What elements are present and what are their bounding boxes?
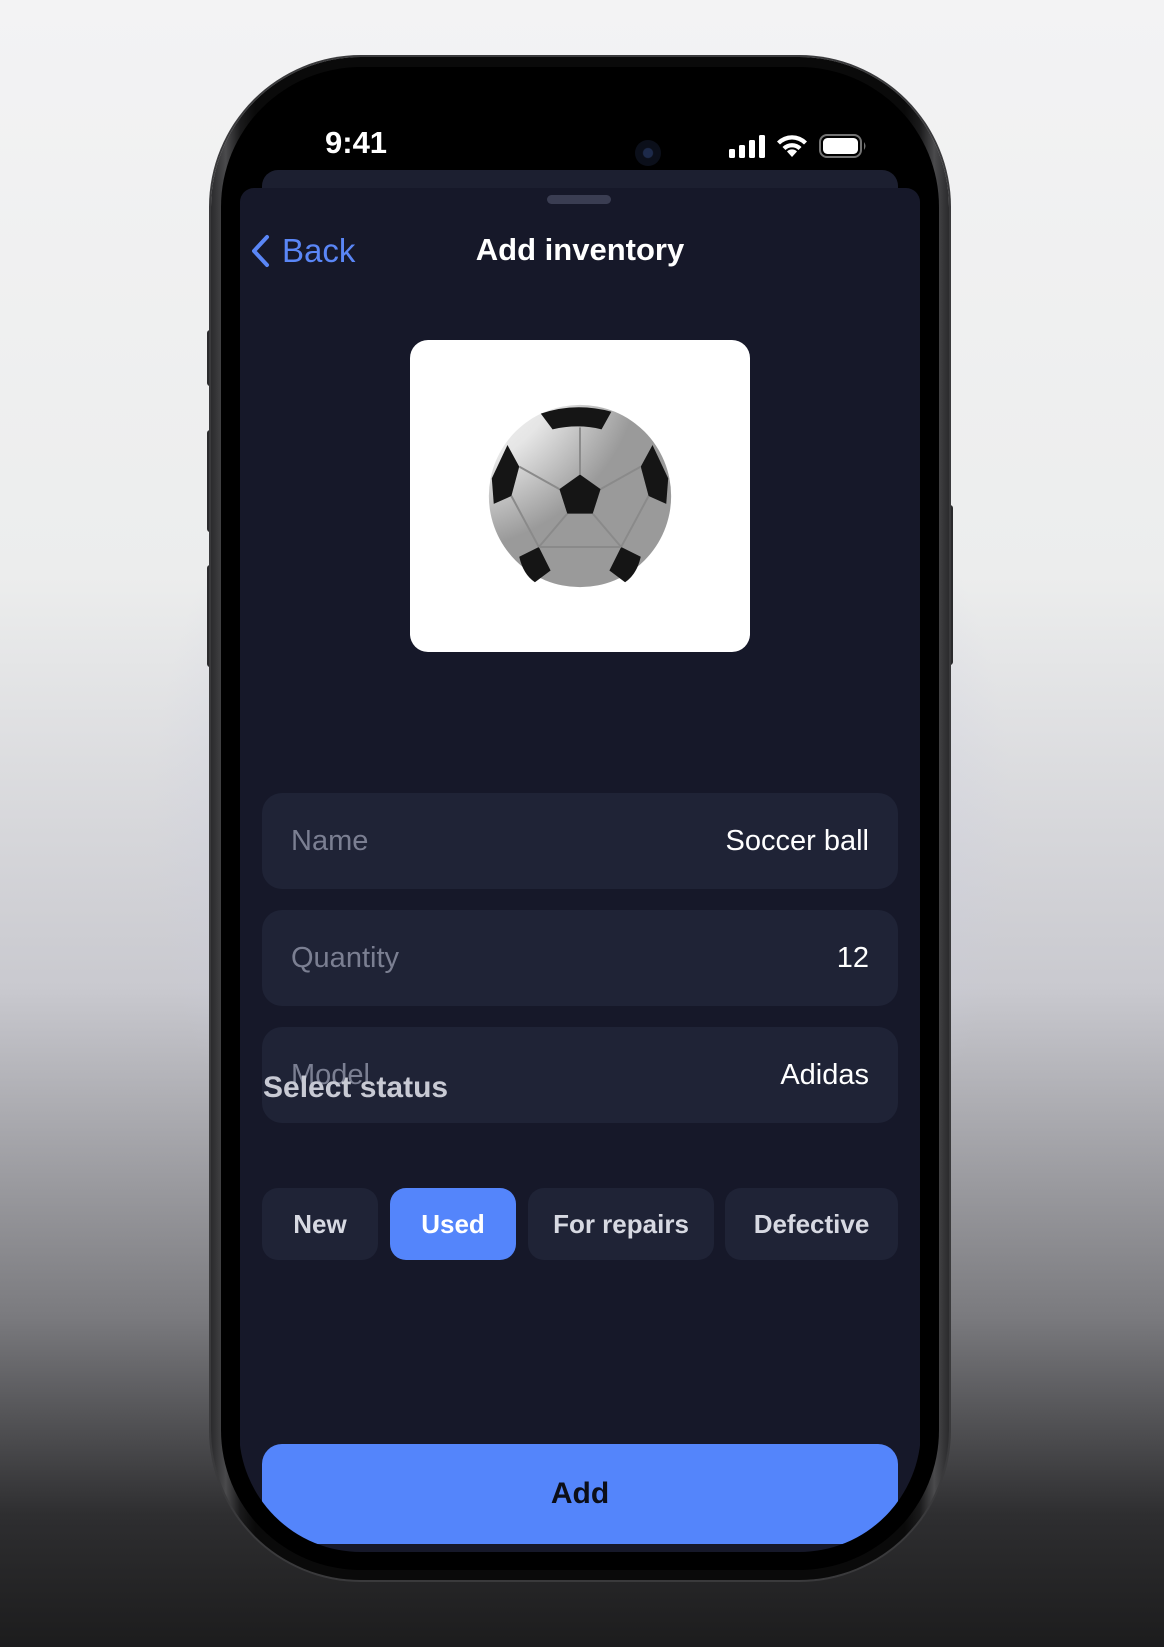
quantity-value: 12 bbox=[836, 941, 869, 974]
quantity-field[interactable]: Quantity 12 bbox=[262, 910, 898, 1006]
screen: 9:41 Back Add inventory Name Soccer ball… bbox=[239, 85, 921, 1552]
status-option-new[interactable]: New bbox=[262, 1188, 378, 1260]
name-value: Soccer ball bbox=[725, 824, 869, 857]
status-time: 9:41 bbox=[325, 125, 388, 160]
wifi-icon bbox=[777, 135, 807, 157]
page-title: Add inventory bbox=[475, 232, 685, 267]
phone-frame: 9:41 Back Add inventory Name Soccer ball… bbox=[211, 57, 949, 1580]
quantity-label: Quantity bbox=[291, 941, 399, 974]
cellular-signal-icon bbox=[729, 135, 765, 158]
status-section-label: Select status bbox=[263, 1071, 449, 1104]
item-photo[interactable] bbox=[410, 340, 750, 652]
sheet-grabber[interactable] bbox=[547, 195, 611, 204]
model-value: Adidas bbox=[780, 1058, 869, 1091]
add-button[interactable]: Add bbox=[262, 1444, 898, 1544]
soccer-ball-icon bbox=[488, 404, 672, 588]
status-option-used[interactable]: Used bbox=[390, 1188, 516, 1260]
status-option-for-repairs[interactable]: For repairs bbox=[528, 1188, 714, 1260]
battery-icon bbox=[819, 134, 866, 158]
name-field[interactable]: Name Soccer ball bbox=[262, 793, 898, 889]
add-inventory-sheet: Back Add inventory Name Soccer ball Quan… bbox=[240, 188, 920, 1552]
status-icons bbox=[729, 133, 867, 159]
name-label: Name bbox=[291, 824, 369, 857]
front-camera-icon bbox=[635, 140, 661, 166]
status-option-defective[interactable]: Defective bbox=[725, 1188, 898, 1260]
